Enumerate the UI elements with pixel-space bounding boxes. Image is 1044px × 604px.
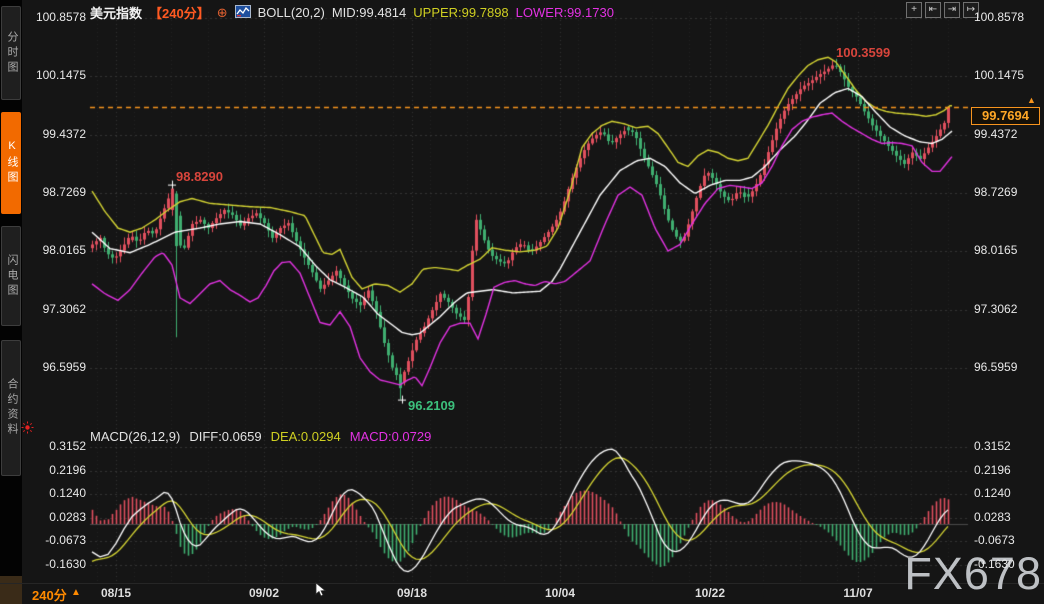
shift-left-icon[interactable]: ⇤ bbox=[925, 2, 941, 18]
main-axis-left-3: 98.7269 bbox=[30, 185, 86, 199]
macd-axis-right-4: -0.0673 bbox=[974, 533, 1015, 547]
symbol-title: 美元指数 bbox=[90, 3, 142, 22]
macd-axis-right-2: 0.1240 bbox=[974, 486, 1011, 500]
x-axis-date-4: 10/22 bbox=[678, 586, 742, 600]
shift-right-icon[interactable]: ⇥ bbox=[944, 2, 960, 18]
footer-period-label[interactable]: 240分 bbox=[32, 585, 67, 604]
macd-axis-left-5: -0.1630 bbox=[30, 557, 86, 571]
chart-canvas[interactable] bbox=[0, 0, 1044, 604]
period-dropdown-icon[interactable]: ▲ bbox=[71, 587, 81, 598]
bottom-separator bbox=[0, 583, 1044, 584]
chart-type-icon[interactable] bbox=[235, 5, 251, 21]
macd-header: MACD(26,12,9) DIFF:0.0659 DEA:0.0294 MAC… bbox=[90, 429, 431, 444]
macd-axis-right-0: 0.3152 bbox=[974, 439, 1011, 453]
macd-axis-left-3: 0.0283 bbox=[30, 510, 86, 524]
macd-diff-value: DIFF:0.0659 bbox=[189, 429, 261, 444]
high-annotation-1: 98.8290 bbox=[176, 169, 223, 184]
macd-axis-right-3: 0.0283 bbox=[974, 510, 1011, 524]
boll-label: BOLL(20,2) bbox=[258, 5, 325, 20]
main-axis-left-5: 97.3062 bbox=[30, 302, 86, 316]
macd-axis-right-5: -0.1630 bbox=[974, 557, 1015, 571]
high-annotation-2: 100.3599 bbox=[836, 45, 890, 60]
sidebar-tab-1[interactable]: 分时图 bbox=[1, 6, 21, 100]
move-tool-icon[interactable]: + bbox=[906, 2, 922, 18]
low-annotation: 96.2109 bbox=[408, 398, 455, 413]
main-axis-right-2: 99.4372 bbox=[974, 127, 1017, 141]
x-axis-date-2: 09/18 bbox=[380, 586, 444, 600]
macd-axis-left-2: 0.1240 bbox=[30, 486, 86, 500]
boll-lower-value: LOWER:99.1730 bbox=[516, 5, 614, 20]
trading-chart-window: 美元指数 【240分】 ⊕ BOLL(20,2) MID:99.4814 UPP… bbox=[0, 0, 1044, 604]
alert-dot-icon bbox=[21, 421, 34, 439]
main-axis-left-0: 100.8578 bbox=[30, 10, 86, 24]
x-axis-date-0: 08/15 bbox=[84, 586, 148, 600]
chart-header: 美元指数 【240分】 ⊕ BOLL(20,2) MID:99.4814 UPP… bbox=[90, 3, 614, 22]
boll-mid-value: MID:99.4814 bbox=[332, 5, 406, 20]
macd-axis-right-1: 0.2196 bbox=[974, 463, 1011, 477]
mouse-cursor bbox=[315, 582, 326, 602]
main-axis-right-6: 96.5959 bbox=[974, 360, 1017, 374]
x-axis-date-3: 10/04 bbox=[528, 586, 592, 600]
main-axis-right-5: 97.3062 bbox=[974, 302, 1017, 316]
main-axis-left-2: 99.4372 bbox=[30, 127, 86, 141]
period-label: 【240分】 bbox=[149, 3, 210, 22]
price-alert-icon: ▲ bbox=[1027, 95, 1036, 105]
sidebar-tab-4[interactable]: 合约资料 bbox=[1, 340, 21, 476]
sidebar-bottom-block bbox=[0, 576, 22, 604]
last-price-tag: 99.7694 bbox=[971, 107, 1040, 125]
main-axis-right-1: 100.1475 bbox=[974, 68, 1024, 82]
macd-dea-value: DEA:0.0294 bbox=[271, 429, 341, 444]
macd-axis-left-1: 0.2196 bbox=[30, 463, 86, 477]
main-axis-left-6: 96.5959 bbox=[30, 360, 86, 374]
circle-plus-icon[interactable]: ⊕ bbox=[217, 5, 228, 21]
main-axis-right-4: 98.0165 bbox=[974, 243, 1017, 257]
macd-label: MACD(26,12,9) bbox=[90, 429, 180, 444]
chart-toolbar: +⇤⇥↦ bbox=[906, 2, 979, 18]
macd-macd-value: MACD:0.0729 bbox=[350, 429, 432, 444]
boll-upper-value: UPPER:99.7898 bbox=[413, 5, 508, 20]
macd-axis-left-0: 0.3152 bbox=[30, 439, 86, 453]
main-axis-left-4: 98.0165 bbox=[30, 243, 86, 257]
x-axis-date-1: 09/02 bbox=[232, 586, 296, 600]
main-axis-right-0: 100.8578 bbox=[974, 10, 1024, 24]
main-axis-right-3: 98.7269 bbox=[974, 185, 1017, 199]
x-axis-date-5: 11/07 bbox=[826, 586, 890, 600]
main-axis-left-1: 100.1475 bbox=[30, 68, 86, 82]
sidebar-tab-2[interactable]: K线图 bbox=[1, 112, 21, 214]
sidebar-tab-3[interactable]: 闪电图 bbox=[1, 226, 21, 326]
macd-axis-left-4: -0.0673 bbox=[30, 533, 86, 547]
